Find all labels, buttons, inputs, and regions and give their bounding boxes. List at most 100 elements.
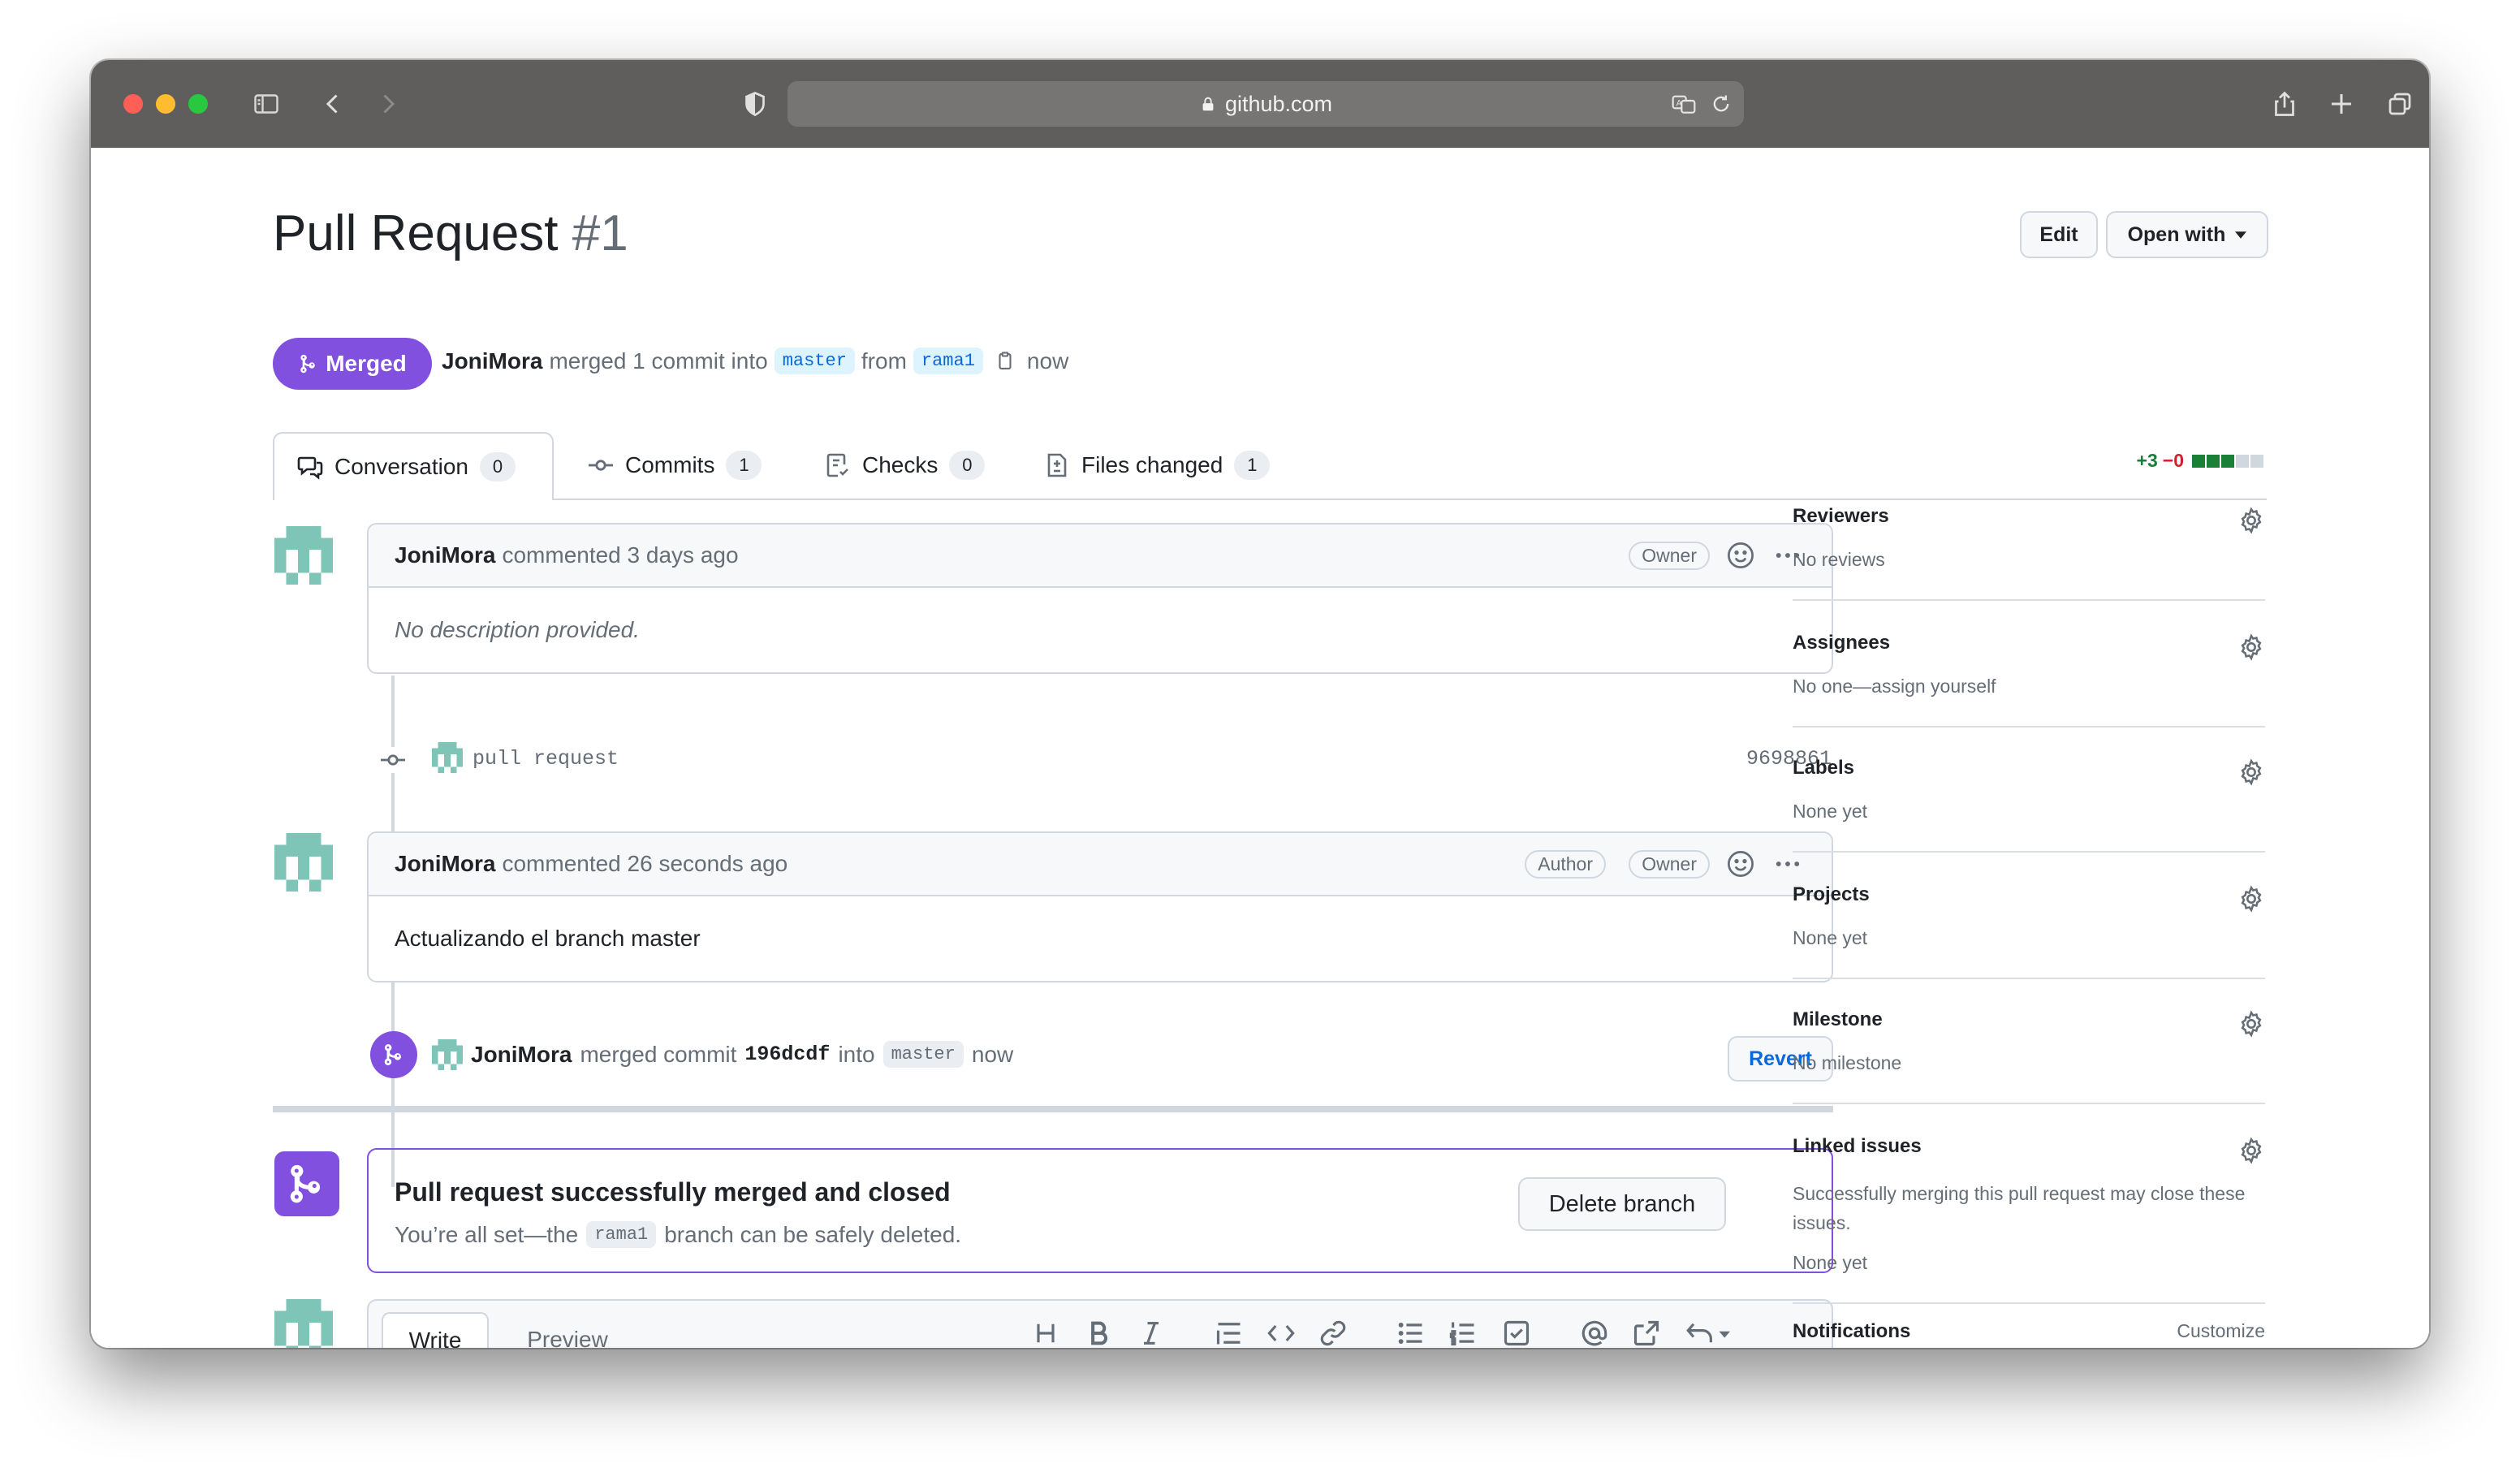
comment-author[interactable]: JoniMora bbox=[395, 542, 495, 568]
open-with-button[interactable]: Open with bbox=[2106, 211, 2268, 258]
page-title: Pull Request #1 bbox=[273, 205, 628, 262]
diffstat-bar bbox=[2192, 454, 2263, 468]
avatar[interactable] bbox=[274, 833, 333, 892]
merged-status-badge: Merged bbox=[273, 338, 432, 390]
link-icon[interactable] bbox=[1318, 1319, 1348, 1348]
avatar[interactable] bbox=[432, 1039, 463, 1070]
tab-conversation-count: 0 bbox=[479, 452, 516, 481]
notifications-title: Notifications bbox=[1793, 1320, 1911, 1342]
sidebar-linked-issues: Linked issues Successfully merging this … bbox=[1793, 1119, 2265, 1304]
merged-status-box: Pull request successfully merged and clo… bbox=[367, 1148, 1833, 1273]
tab-overview-icon[interactable] bbox=[2384, 88, 2416, 120]
new-tab-icon[interactable] bbox=[2325, 88, 2358, 120]
avatar[interactable] bbox=[274, 1299, 333, 1348]
milestone-title[interactable]: Milestone bbox=[1793, 1008, 1883, 1031]
share-icon[interactable] bbox=[2268, 88, 2301, 120]
smiley-icon[interactable] bbox=[1726, 541, 1755, 570]
assignees-gear-icon[interactable] bbox=[2237, 633, 2265, 661]
tab-commits-label: Commits bbox=[625, 452, 715, 477]
reviewers-title[interactable]: Reviewers bbox=[1793, 505, 1889, 528]
projects-title[interactable]: Projects bbox=[1793, 883, 1870, 906]
commit-icon bbox=[588, 452, 614, 478]
avatar[interactable] bbox=[432, 742, 463, 773]
merged-box-branch[interactable]: rama1 bbox=[586, 1221, 657, 1248]
base-branch-label[interactable]: master bbox=[774, 348, 855, 374]
preview-tab[interactable]: Preview bbox=[515, 1312, 620, 1348]
tab-files-changed[interactable]: Files changed 1 bbox=[1021, 432, 1292, 499]
commit-node-icon bbox=[380, 747, 406, 773]
comment-card: JoniMora commented 3 days ago Owner No d… bbox=[367, 523, 1833, 674]
labels-gear-icon[interactable] bbox=[2237, 758, 2265, 786]
merged-box-message: You’re all set—the rama1 branch can be s… bbox=[395, 1221, 961, 1248]
back-icon[interactable] bbox=[317, 88, 349, 120]
translate-icon[interactable]: A bbox=[1671, 91, 1697, 117]
code-icon[interactable] bbox=[1266, 1319, 1296, 1348]
tab-conversation[interactable]: Conversation 0 bbox=[273, 432, 554, 500]
labels-value: None yet bbox=[1793, 801, 1868, 822]
sidebar-projects: Projects None yet bbox=[1793, 867, 2265, 979]
sidebar-toggle-icon[interactable] bbox=[250, 88, 283, 120]
numbered-list-icon[interactable] bbox=[1448, 1319, 1478, 1348]
tab-files-changed-count: 1 bbox=[1234, 451, 1271, 480]
tab-checks[interactable]: Checks 0 bbox=[802, 432, 1008, 499]
privacy-shield-icon[interactable] bbox=[739, 88, 771, 120]
task-list-icon[interactable] bbox=[1502, 1319, 1531, 1348]
conversation-icon bbox=[297, 454, 323, 480]
undo-icon[interactable] bbox=[1684, 1319, 1732, 1348]
bullet-list-icon[interactable] bbox=[1396, 1319, 1426, 1348]
reference-icon[interactable] bbox=[1632, 1319, 1661, 1348]
diffstat: +3 −0 bbox=[2137, 450, 2263, 472]
comment-card: JoniMora commented 26 seconds ago Author… bbox=[367, 831, 1833, 982]
pr-author-link[interactable]: JoniMora bbox=[442, 348, 542, 374]
sidebar-assignees: Assignees No one—assign yourself bbox=[1793, 615, 2265, 728]
tab-commits-count: 1 bbox=[726, 451, 762, 480]
merge-target-branch[interactable]: master bbox=[882, 1041, 964, 1068]
author-badge: Author bbox=[1525, 849, 1606, 879]
maximize-window-button[interactable] bbox=[188, 94, 208, 114]
sidebar-reviewers: Reviewers No reviews bbox=[1793, 489, 2265, 601]
avatar[interactable] bbox=[274, 526, 333, 585]
tab-commits[interactable]: Commits 1 bbox=[565, 432, 784, 499]
labels-title[interactable]: Labels bbox=[1793, 757, 1854, 779]
browser-toolbar: github.com A bbox=[91, 60, 2429, 148]
merge-time[interactable]: now bbox=[972, 1042, 1013, 1068]
projects-gear-icon[interactable] bbox=[2237, 885, 2265, 913]
comment-timestamp[interactable]: commented 3 days ago bbox=[502, 542, 738, 568]
edit-button[interactable]: Edit bbox=[2020, 211, 2098, 258]
heading-icon[interactable] bbox=[1031, 1319, 1060, 1348]
comment-header: JoniMora commented 3 days ago Owner bbox=[369, 525, 1832, 588]
svg-text:A: A bbox=[1676, 99, 1683, 109]
merge-icon bbox=[298, 353, 319, 374]
delete-branch-button[interactable]: Delete branch bbox=[1518, 1177, 1726, 1231]
head-branch-label[interactable]: rama1 bbox=[913, 348, 983, 374]
comment-timestamp[interactable]: commented 26 seconds ago bbox=[502, 851, 788, 877]
linked-issues-title[interactable]: Linked issues bbox=[1793, 1135, 1922, 1158]
address-bar[interactable]: github.com A bbox=[788, 81, 1744, 127]
mention-icon[interactable] bbox=[1580, 1319, 1609, 1348]
linked-issues-description: Successfully merging this pull request m… bbox=[1793, 1183, 2246, 1233]
assignees-title[interactable]: Assignees bbox=[1793, 632, 1890, 654]
assignees-value[interactable]: No one—assign yourself bbox=[1793, 676, 1996, 697]
smiley-icon[interactable] bbox=[1726, 849, 1755, 879]
bold-icon[interactable] bbox=[1085, 1319, 1114, 1348]
write-tab[interactable]: Write bbox=[382, 1312, 489, 1348]
linked-issues-gear-icon[interactable] bbox=[2237, 1137, 2265, 1164]
sidebar-milestone: Milestone No milestone bbox=[1793, 992, 2265, 1104]
commit-message-link[interactable]: pull request bbox=[472, 747, 619, 771]
quote-icon[interactable] bbox=[1215, 1319, 1244, 1348]
reload-icon[interactable] bbox=[1710, 93, 1732, 115]
milestone-gear-icon[interactable] bbox=[2237, 1010, 2265, 1038]
customize-link[interactable]: Customize bbox=[2177, 1320, 2265, 1342]
close-window-button[interactable] bbox=[123, 94, 143, 114]
linked-issues-value: None yet bbox=[1793, 1252, 1868, 1273]
milestone-value: No milestone bbox=[1793, 1052, 1902, 1073]
italic-icon[interactable] bbox=[1137, 1319, 1166, 1348]
merge-author-link[interactable]: JoniMora bbox=[471, 1042, 572, 1068]
reviewers-gear-icon[interactable] bbox=[2237, 507, 2265, 534]
forward-icon[interactable] bbox=[372, 88, 404, 120]
minimize-window-button[interactable] bbox=[156, 94, 175, 114]
caret-down-icon bbox=[2235, 231, 2247, 239]
comment-author[interactable]: JoniMora bbox=[395, 851, 495, 877]
merge-commit-sha-link[interactable]: 196dcdf bbox=[744, 1043, 830, 1066]
copy-icon[interactable] bbox=[995, 351, 1016, 372]
